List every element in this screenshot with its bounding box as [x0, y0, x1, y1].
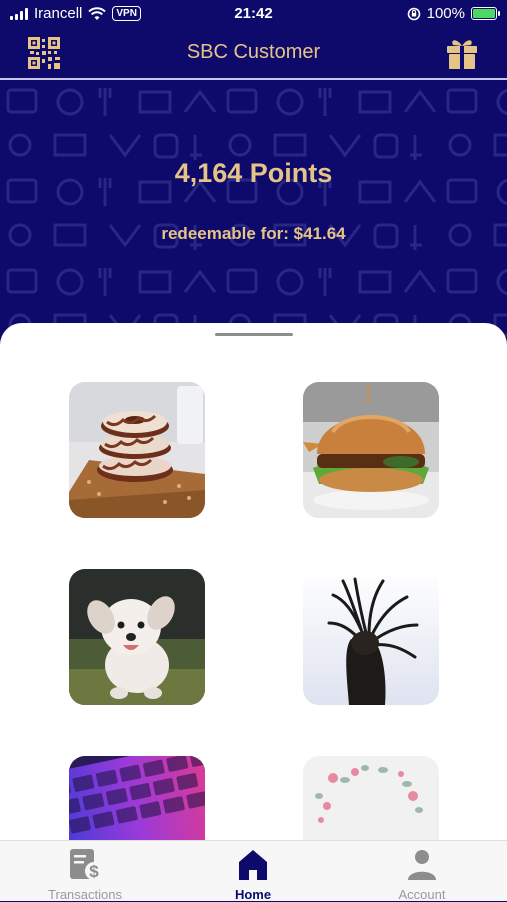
burger-image — [303, 382, 439, 518]
tile-hair[interactable] — [303, 569, 439, 705]
keyboard-image — [69, 756, 205, 843]
tile-dog[interactable] — [69, 569, 205, 705]
redeemable-value: redeemable for: $41.64 — [161, 224, 346, 243]
battery-icon — [471, 7, 500, 20]
tile-burger[interactable] — [303, 382, 439, 518]
hair-flip-image — [303, 569, 439, 705]
status-bar: Irancell VPN 21:42 100% — [0, 0, 507, 28]
tile-donuts[interactable] — [69, 382, 205, 518]
donuts-image — [69, 382, 205, 518]
tab-account[interactable]: Account — [362, 847, 482, 902]
tile-flowers[interactable] — [303, 756, 439, 843]
tile-keyboard[interactable] — [69, 756, 205, 843]
gift-icon[interactable] — [445, 36, 479, 70]
drag-handle[interactable] — [215, 333, 293, 336]
tab-home[interactable]: Home — [193, 847, 313, 902]
points-balance: 4,164 Points — [174, 158, 333, 188]
app-header: SBC Customer — [0, 28, 507, 78]
background-pattern — [0, 80, 507, 350]
orientation-lock-icon — [407, 7, 420, 20]
svg-text:$: $ — [89, 862, 99, 881]
flowers-image — [303, 756, 439, 843]
points-banner: 4,164 Points redeemable for: $41.64 — [0, 80, 507, 350]
battery-percent: 100% — [426, 5, 465, 22]
dog-image — [69, 569, 205, 705]
receipt-dollar-icon: $ — [70, 849, 102, 881]
person-icon — [408, 850, 436, 880]
tab-bar: $ Transactions Home Account — [0, 840, 507, 902]
content-sheet — [0, 323, 507, 843]
tab-transactions[interactable]: $ Transactions — [25, 847, 145, 902]
home-icon — [239, 850, 267, 880]
app-title: SBC Customer — [186, 41, 321, 63]
